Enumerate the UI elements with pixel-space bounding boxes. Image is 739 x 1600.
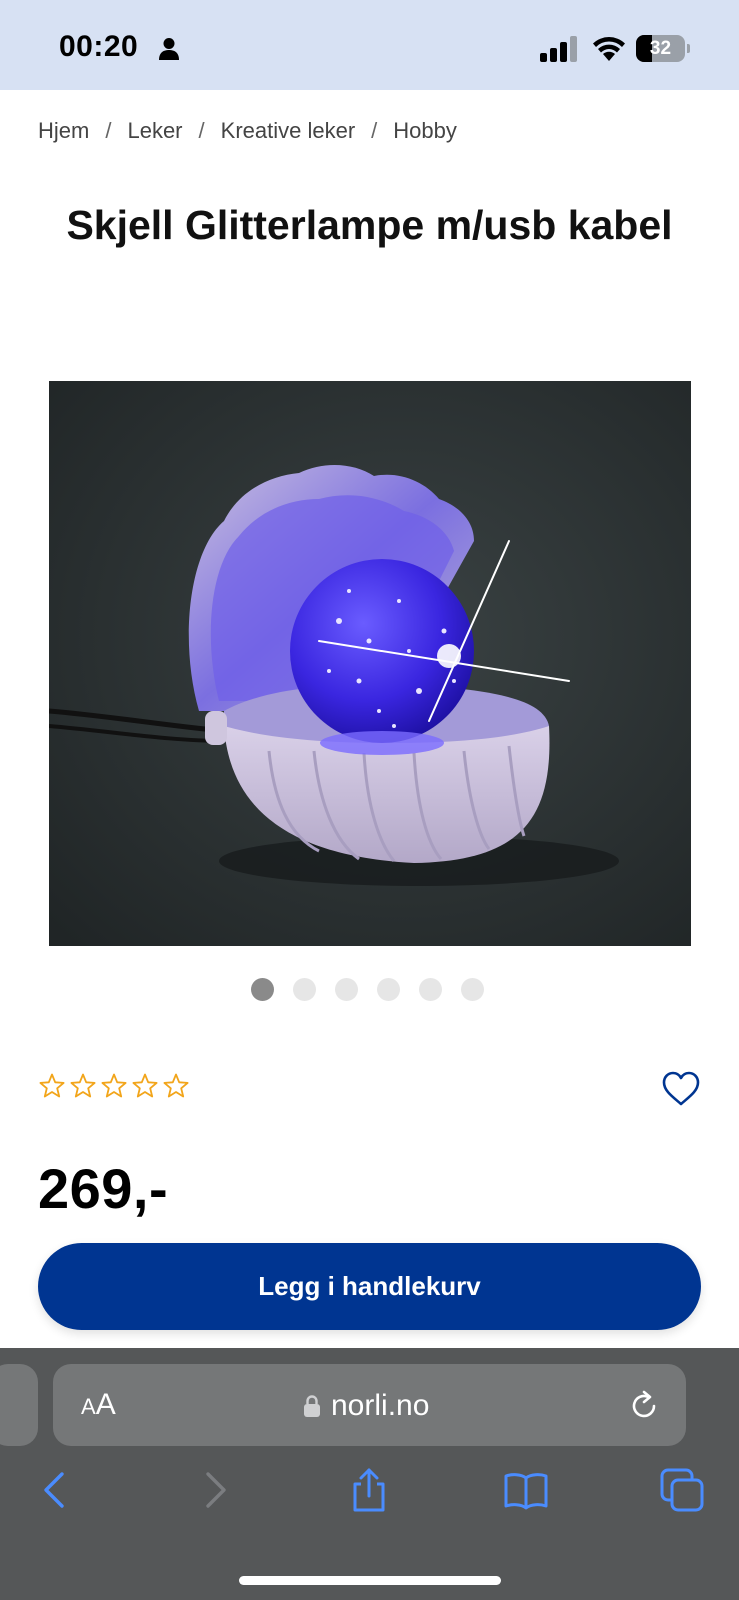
product-image[interactable]	[49, 381, 691, 946]
star-outline-icon	[70, 1073, 96, 1098]
forward-icon[interactable]	[190, 1466, 238, 1514]
breadcrumb-item-hjem[interactable]: Hjem	[38, 118, 89, 143]
breadcrumb: Hjem / Leker / Kreative leker / Hobby	[38, 118, 457, 144]
carousel-dot[interactable]	[419, 978, 442, 1001]
breadcrumb-item-leker[interactable]: Leker	[127, 118, 182, 143]
heart-icon[interactable]	[661, 1070, 701, 1108]
breadcrumb-item-hobby[interactable]: Hobby	[393, 118, 457, 143]
wifi-icon	[593, 37, 625, 61]
cellular-signal-icon	[540, 36, 577, 62]
product-title: Skjell Glitterlampe m/usb kabel	[66, 202, 673, 248]
breadcrumb-item-kreative-leker[interactable]: Kreative leker	[221, 118, 356, 143]
star-rating[interactable]	[38, 1072, 190, 1102]
breadcrumb-separator: /	[105, 118, 112, 143]
bookmarks-icon[interactable]	[502, 1466, 550, 1514]
star-outline-icon	[39, 1073, 65, 1098]
carousel-dots	[0, 978, 739, 1002]
status-bar: 00:20 32	[0, 0, 739, 90]
back-icon[interactable]	[32, 1466, 80, 1514]
url-text: norli.no	[331, 1389, 430, 1422]
star-outline-icon	[132, 1073, 158, 1098]
reload-icon[interactable]	[627, 1389, 661, 1423]
carousel-dot[interactable]	[335, 978, 358, 1001]
product-price: 269,-	[38, 1157, 169, 1220]
lock-icon	[304, 1395, 320, 1417]
share-icon[interactable]	[345, 1466, 393, 1514]
carousel-dot[interactable]	[461, 978, 484, 1001]
status-time: 00:20	[59, 30, 139, 63]
carousel-dot[interactable]	[377, 978, 400, 1001]
tabs-icon[interactable]	[658, 1466, 706, 1514]
add-to-cart-button[interactable]: Legg i handlekurv	[38, 1243, 701, 1330]
star-outline-icon	[163, 1073, 189, 1098]
shell-lamp-illustration	[49, 381, 691, 946]
person-icon	[159, 38, 179, 60]
carousel-dot[interactable]	[293, 978, 316, 1001]
previous-tab-edge[interactable]	[0, 1364, 38, 1446]
home-indicator	[239, 1576, 501, 1585]
battery-tip	[687, 44, 690, 53]
battery-percentage: 32	[649, 38, 672, 59]
browser-bottom-bar: AA norli.no	[0, 1348, 739, 1600]
text-size-button[interactable]: AA	[81, 1388, 116, 1422]
address-bar[interactable]: AA norli.no	[53, 1364, 686, 1446]
star-outline-icon	[101, 1073, 127, 1098]
battery-body: 32	[636, 35, 685, 62]
breadcrumb-separator: /	[371, 118, 378, 143]
url-display[interactable]: norli.no	[303, 1386, 429, 1426]
breadcrumb-separator: /	[198, 118, 205, 143]
carousel-dot[interactable]	[251, 978, 274, 1001]
battery-indicator: 32	[636, 35, 690, 62]
